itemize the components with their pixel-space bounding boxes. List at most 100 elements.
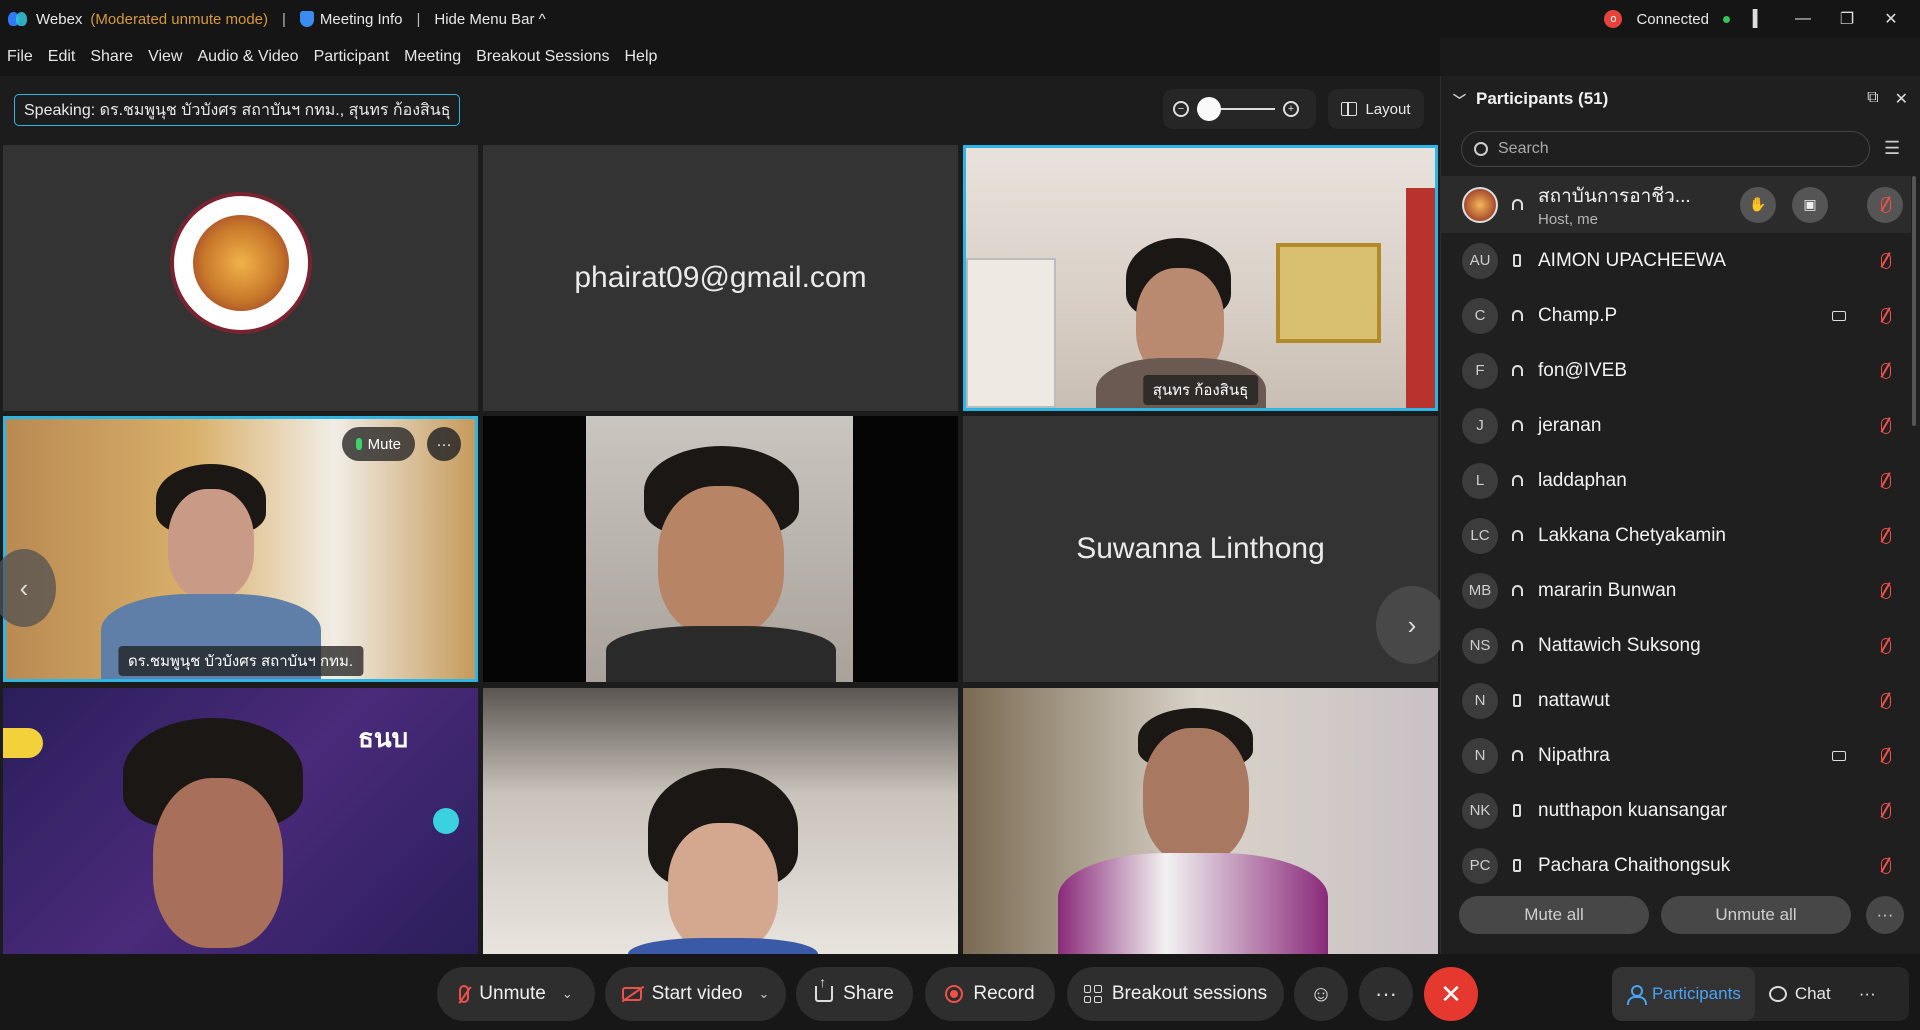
participant-name: Lakkana Chetyakamin bbox=[1538, 524, 1726, 546]
next-page-arrow[interactable]: › bbox=[1376, 586, 1448, 664]
minimize-button[interactable]: — bbox=[1788, 10, 1818, 28]
participant-row[interactable]: NK nutthapon kuansangar bbox=[1441, 783, 1911, 838]
share-button[interactable]: Share bbox=[796, 967, 913, 1021]
leave-meeting-button[interactable]: ✕ bbox=[1424, 967, 1478, 1021]
participant-row[interactable]: Jjeranan bbox=[1441, 398, 1911, 453]
virtual-background-shape bbox=[433, 808, 459, 834]
participant-name: สถาบันการอาชีว... bbox=[1538, 186, 1691, 207]
participant-row-host[interactable]: สถาบันการอาชีว... Host, me ✋ ▣ bbox=[1441, 176, 1911, 233]
chat-panel-button[interactable]: Chat bbox=[1755, 967, 1845, 1021]
muted-mic-icon[interactable] bbox=[1881, 472, 1891, 489]
restore-button[interactable]: ❐ bbox=[1832, 9, 1862, 29]
participant-row[interactable]: Nnattawut bbox=[1441, 673, 1911, 728]
participant-row[interactable]: PC Pachara Chaithongsuk bbox=[1441, 838, 1911, 893]
participant-list-scrollbar[interactable] bbox=[1912, 176, 1916, 426]
video-off-icon bbox=[621, 987, 642, 1001]
sort-list-icon[interactable]: ☰ bbox=[1884, 138, 1900, 159]
menu-participant[interactable]: Participant bbox=[314, 48, 390, 66]
participant-row[interactable]: AU AIMON UPACHEEWA bbox=[1441, 233, 1911, 288]
record-button[interactable]: Record bbox=[925, 967, 1055, 1021]
headset-icon bbox=[1506, 310, 1528, 321]
muted-mic-icon[interactable] bbox=[1881, 692, 1891, 709]
menu-help[interactable]: Help bbox=[625, 48, 658, 66]
menu-meeting[interactable]: Meeting bbox=[404, 48, 461, 66]
host-unmute-button[interactable] bbox=[1867, 186, 1903, 223]
connected-dot-icon bbox=[1723, 15, 1730, 23]
headset-icon bbox=[1506, 585, 1528, 596]
participant-search-input[interactable]: Search bbox=[1461, 131, 1870, 167]
tile-mute-button[interactable]: Mute bbox=[341, 427, 415, 461]
headset-icon bbox=[1506, 365, 1528, 376]
muted-mic-icon[interactable] bbox=[1881, 747, 1891, 764]
close-panel-icon[interactable]: ✕ bbox=[1895, 89, 1908, 109]
raise-hand-button[interactable]: ✋ bbox=[1740, 186, 1776, 223]
meeting-info-button[interactable]: Meeting Info bbox=[299, 11, 402, 28]
more-panels-button[interactable]: ··· bbox=[1845, 967, 1890, 1021]
video-tile-chomphunut[interactable]: Mute ··· ดร.ชมพูนุช บัวบังศร สถาบันฯ กทม… bbox=[3, 416, 478, 682]
menu-breakout-sessions[interactable]: Breakout Sessions bbox=[476, 48, 609, 66]
video-tile-phairat[interactable]: phairat09@gmail.com bbox=[483, 145, 958, 411]
video-tile-participant[interactable]: ธนบ bbox=[3, 688, 478, 954]
audio-options-chevron-icon[interactable]: ⌄ bbox=[562, 986, 573, 1002]
zoom-slider-knob[interactable] bbox=[1197, 97, 1221, 121]
muted-mic-icon[interactable] bbox=[1881, 802, 1891, 819]
video-camera-icon bbox=[1832, 310, 1846, 321]
muted-mic-icon[interactable] bbox=[1881, 307, 1891, 324]
menu-audio-video[interactable]: Audio & Video bbox=[197, 48, 298, 66]
participant-row[interactable]: N Nipathra bbox=[1441, 728, 1911, 783]
unmute-button[interactable]: Unmute ⌄ bbox=[437, 967, 595, 1021]
video-camera-icon bbox=[1832, 750, 1846, 761]
close-window-button[interactable]: ✕ bbox=[1876, 9, 1906, 29]
participant-row[interactable]: LC Lakkana Chetyakamin bbox=[1441, 508, 1911, 563]
unmute-all-button[interactable]: Unmute all bbox=[1661, 896, 1851, 934]
breakout-sessions-button[interactable]: Breakout sessions bbox=[1067, 967, 1284, 1021]
video-tile-suwanna[interactable]: Suwanna Linthong bbox=[963, 416, 1438, 682]
captions-button[interactable]: ▣ bbox=[1792, 186, 1828, 223]
muted-mic-icon[interactable] bbox=[1881, 417, 1891, 434]
muted-mic-icon[interactable] bbox=[1881, 252, 1891, 269]
participants-panel-button[interactable]: Participants bbox=[1612, 967, 1755, 1021]
zoom-out-icon[interactable]: − bbox=[1173, 101, 1189, 117]
participant-row[interactable]: NS Nattawich Suksong bbox=[1441, 618, 1911, 673]
video-tile-participant[interactable] bbox=[483, 688, 958, 954]
reactions-button[interactable]: ☺ bbox=[1294, 967, 1348, 1021]
record-icon bbox=[945, 985, 964, 1003]
participant-row[interactable]: MB mararin Bunwan bbox=[1441, 563, 1911, 618]
video-tile-participant[interactable] bbox=[483, 416, 958, 682]
menu-edit[interactable]: Edit bbox=[48, 48, 76, 66]
panel-toggle-group: Participants Chat ··· bbox=[1612, 967, 1909, 1021]
mute-all-button[interactable]: Mute all bbox=[1459, 896, 1649, 934]
tile-more-options-button[interactable]: ··· bbox=[427, 427, 461, 461]
menu-file[interactable]: File bbox=[7, 48, 33, 66]
muted-mic-icon[interactable] bbox=[1881, 857, 1891, 874]
video-tile-sunthorn[interactable]: สุนทร ก้องสินธุ bbox=[963, 145, 1438, 411]
zoom-in-icon[interactable]: + bbox=[1283, 101, 1299, 117]
muted-mic-icon[interactable] bbox=[1881, 527, 1891, 544]
participant-row[interactable]: C Champ.P bbox=[1441, 288, 1911, 343]
zoom-slider[interactable] bbox=[1197, 97, 1275, 121]
muted-mic-icon[interactable] bbox=[1881, 637, 1891, 654]
more-options-button[interactable]: ··· bbox=[1866, 896, 1904, 934]
video-options-chevron-icon[interactable]: ⌄ bbox=[758, 986, 769, 1002]
smiley-icon: ☺ bbox=[1309, 981, 1333, 1006]
photo-frame-image bbox=[1276, 243, 1381, 343]
hide-menu-bar-button[interactable]: Hide Menu Bar ^ bbox=[434, 11, 545, 28]
close-icon: ✕ bbox=[1440, 978, 1462, 1009]
video-tile-participant[interactable] bbox=[963, 688, 1438, 954]
pop-out-icon[interactable]: ⧉ bbox=[1867, 89, 1878, 109]
layout-button[interactable]: Layout bbox=[1328, 89, 1424, 129]
menu-view[interactable]: View bbox=[148, 48, 182, 66]
collapse-chevron-icon[interactable]: ﹀ bbox=[1453, 90, 1466, 109]
muted-mic-icon[interactable] bbox=[1881, 582, 1891, 599]
participant-row[interactable]: Ffon@IVEB bbox=[1441, 343, 1911, 398]
meeting-mode-label: (Moderated unmute mode) bbox=[90, 10, 269, 28]
muted-mic-icon[interactable] bbox=[1881, 362, 1891, 379]
menu-share[interactable]: Share bbox=[90, 48, 133, 66]
more-options-button[interactable]: ··· bbox=[1359, 967, 1413, 1021]
video-stage: Speaking: ดร.ชมพูนุช บัวบังศร สถาบันฯ กท… bbox=[0, 76, 1448, 954]
video-tile-institute-logo[interactable] bbox=[3, 145, 478, 411]
participant-row[interactable]: Lladdaphan bbox=[1441, 453, 1911, 508]
start-video-button[interactable]: Start video ⌄ bbox=[605, 967, 786, 1021]
video-zoom-control[interactable]: − + bbox=[1163, 89, 1316, 129]
avatar bbox=[1462, 186, 1498, 223]
